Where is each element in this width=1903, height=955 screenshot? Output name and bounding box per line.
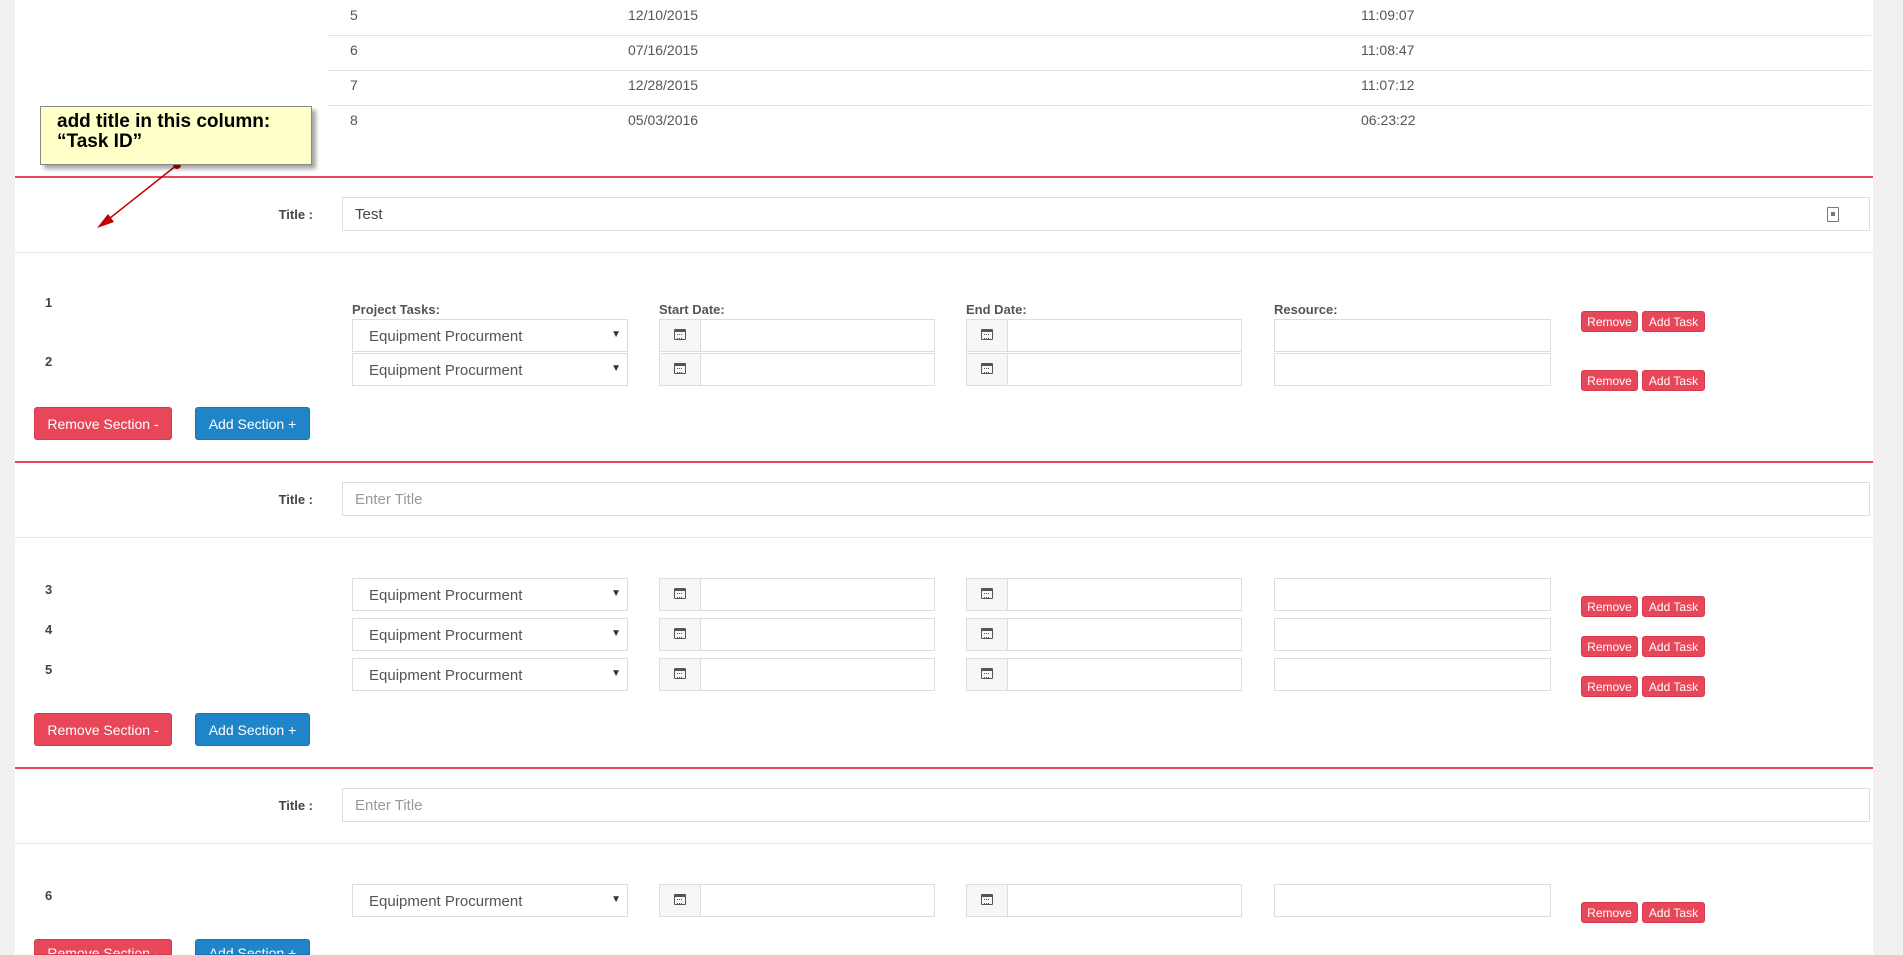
annotation-line1: add title in this column: (57, 111, 271, 132)
annotation-line2: “Task ID” (57, 131, 143, 152)
annotation-note: add title in this column: “Task ID” (40, 106, 312, 165)
